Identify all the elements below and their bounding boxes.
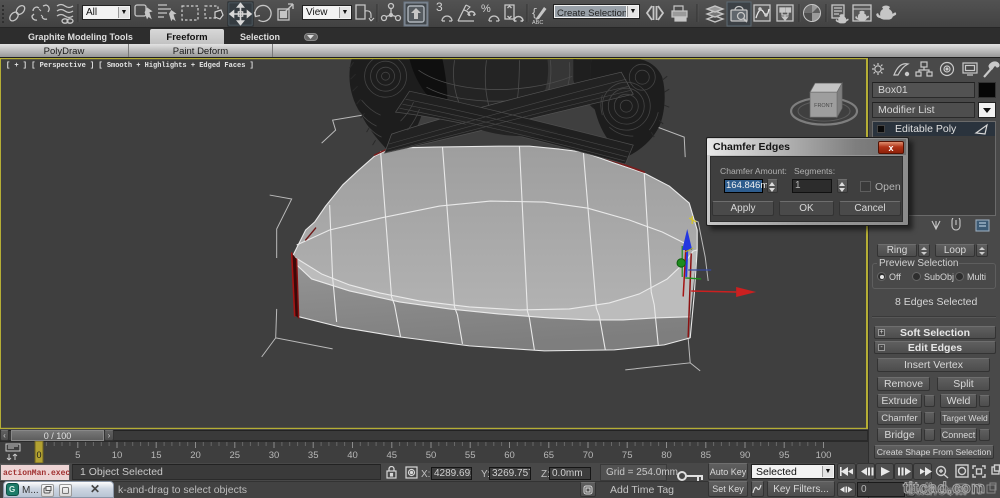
svg-text:80: 80 (661, 450, 672, 461)
svg-text:50: 50 (426, 450, 437, 461)
svg-text:65: 65 (544, 450, 555, 461)
svg-text:70: 70 (583, 450, 594, 461)
svg-text:20: 20 (190, 450, 201, 461)
svg-text:45: 45 (387, 450, 398, 461)
svg-text:85: 85 (701, 450, 712, 461)
svg-text:75: 75 (622, 450, 633, 461)
svg-text:10: 10 (112, 450, 123, 461)
svg-text:90: 90 (740, 450, 751, 461)
svg-text:95: 95 (779, 450, 790, 461)
svg-text:FRONT: FRONT (814, 103, 834, 109)
svg-text:100: 100 (816, 450, 832, 461)
svg-text:ABC: ABC (532, 20, 543, 26)
svg-text:3: 3 (436, 0, 443, 14)
svg-text:30: 30 (269, 450, 280, 461)
svg-text:40: 40 (347, 450, 358, 461)
svg-text:15: 15 (151, 450, 162, 461)
svg-text:5: 5 (75, 450, 80, 461)
svg-text:25: 25 (230, 450, 241, 461)
svg-text:%: % (481, 3, 491, 15)
svg-text:35: 35 (308, 450, 319, 461)
svg-text:55: 55 (465, 450, 476, 461)
svg-text:60: 60 (504, 450, 515, 461)
svg-text:0: 0 (36, 450, 41, 460)
